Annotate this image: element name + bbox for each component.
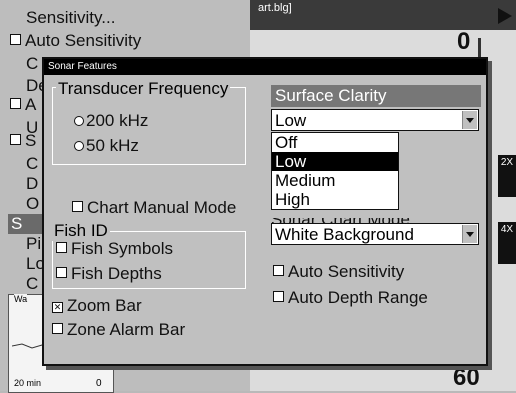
mini-chart-time: 20 min <box>14 378 42 388</box>
zoom-4x-badge: 4X <box>498 222 516 264</box>
menu-item-auto-sensitivity[interactable]: Auto Sensitivity <box>10 31 141 51</box>
checkbox-icon[interactable] <box>72 201 83 212</box>
menu-item-sensitivity[interactable]: Sensitivity... <box>26 8 115 28</box>
chevron-down-icon[interactable] <box>462 111 477 129</box>
mini-chart-scale-bottom: 0 <box>96 378 102 389</box>
play-arrow-icon[interactable] <box>498 8 512 24</box>
sonar-features-dialog: Sonar Features Transducer Frequency 200 … <box>42 57 488 366</box>
option-high[interactable]: High <box>272 190 398 209</box>
menu-item-c3[interactable]: C <box>26 274 38 294</box>
depth-bottom-value: 60 <box>453 364 480 391</box>
surface-clarity-label: Surface Clarity <box>271 85 481 107</box>
fish-id-title: Fish ID <box>52 221 110 241</box>
menu-item-d[interactable]: D <box>26 174 38 194</box>
chevron-down-icon[interactable] <box>462 225 477 243</box>
checkbox-icon[interactable] <box>52 323 63 334</box>
auto-depth-range-option[interactable]: Auto Depth Range <box>273 288 428 308</box>
checkbox-icon[interactable] <box>10 34 21 45</box>
menu-item-s[interactable]: S <box>10 131 36 151</box>
transducer-frequency-title: Transducer Frequency <box>56 79 231 99</box>
option-medium[interactable]: Medium <box>272 171 398 190</box>
chart-manual-mode-option[interactable]: Chart Manual Mode <box>72 198 236 218</box>
mini-chart-label: Wa <box>14 294 28 304</box>
menu-item-a[interactable]: A <box>10 95 36 115</box>
checkbox-icon[interactable] <box>10 134 21 145</box>
dialog-title: Sonar Features <box>44 59 486 75</box>
zoom-bar-option[interactable]: ✕ Zoom Bar <box>52 296 142 316</box>
checkbox-checked-icon[interactable]: ✕ <box>52 302 63 313</box>
frequency-200-option[interactable]: 200 kHz <box>74 111 148 131</box>
auto-sensitivity-option[interactable]: Auto Sensitivity <box>273 262 404 282</box>
option-low[interactable]: Low <box>272 152 398 171</box>
menu-item-pi[interactable]: Pi <box>26 234 41 254</box>
menu-item-c[interactable]: C <box>26 54 38 74</box>
radio-icon[interactable] <box>74 116 84 126</box>
radio-icon[interactable] <box>74 141 84 151</box>
surface-clarity-select[interactable]: Low <box>271 109 479 131</box>
menu-item-o[interactable]: O <box>26 194 39 214</box>
checkbox-icon[interactable] <box>273 291 284 302</box>
menu-item-c2[interactable]: C <box>26 154 38 174</box>
checkbox-icon[interactable] <box>56 267 67 278</box>
zoom-2x-badge: 2X <box>498 155 516 197</box>
option-off[interactable]: Off <box>272 133 398 152</box>
checkbox-icon[interactable] <box>56 242 67 253</box>
depth-top-value: 0 <box>457 28 471 55</box>
fish-symbols-option[interactable]: Fish Symbols <box>56 239 173 259</box>
checkbox-icon[interactable] <box>273 265 284 276</box>
frequency-50-option[interactable]: 50 kHz <box>74 136 139 156</box>
zone-alarm-bar-option[interactable]: Zone Alarm Bar <box>52 320 185 340</box>
surface-clarity-options: Off Low Medium High <box>271 132 399 210</box>
checkbox-icon[interactable] <box>10 98 21 109</box>
sonar-chart-mode-select[interactable]: White Background <box>271 223 479 245</box>
fish-depths-option[interactable]: Fish Depths <box>56 264 162 284</box>
sonar-file-label: art.blg] <box>258 2 292 14</box>
